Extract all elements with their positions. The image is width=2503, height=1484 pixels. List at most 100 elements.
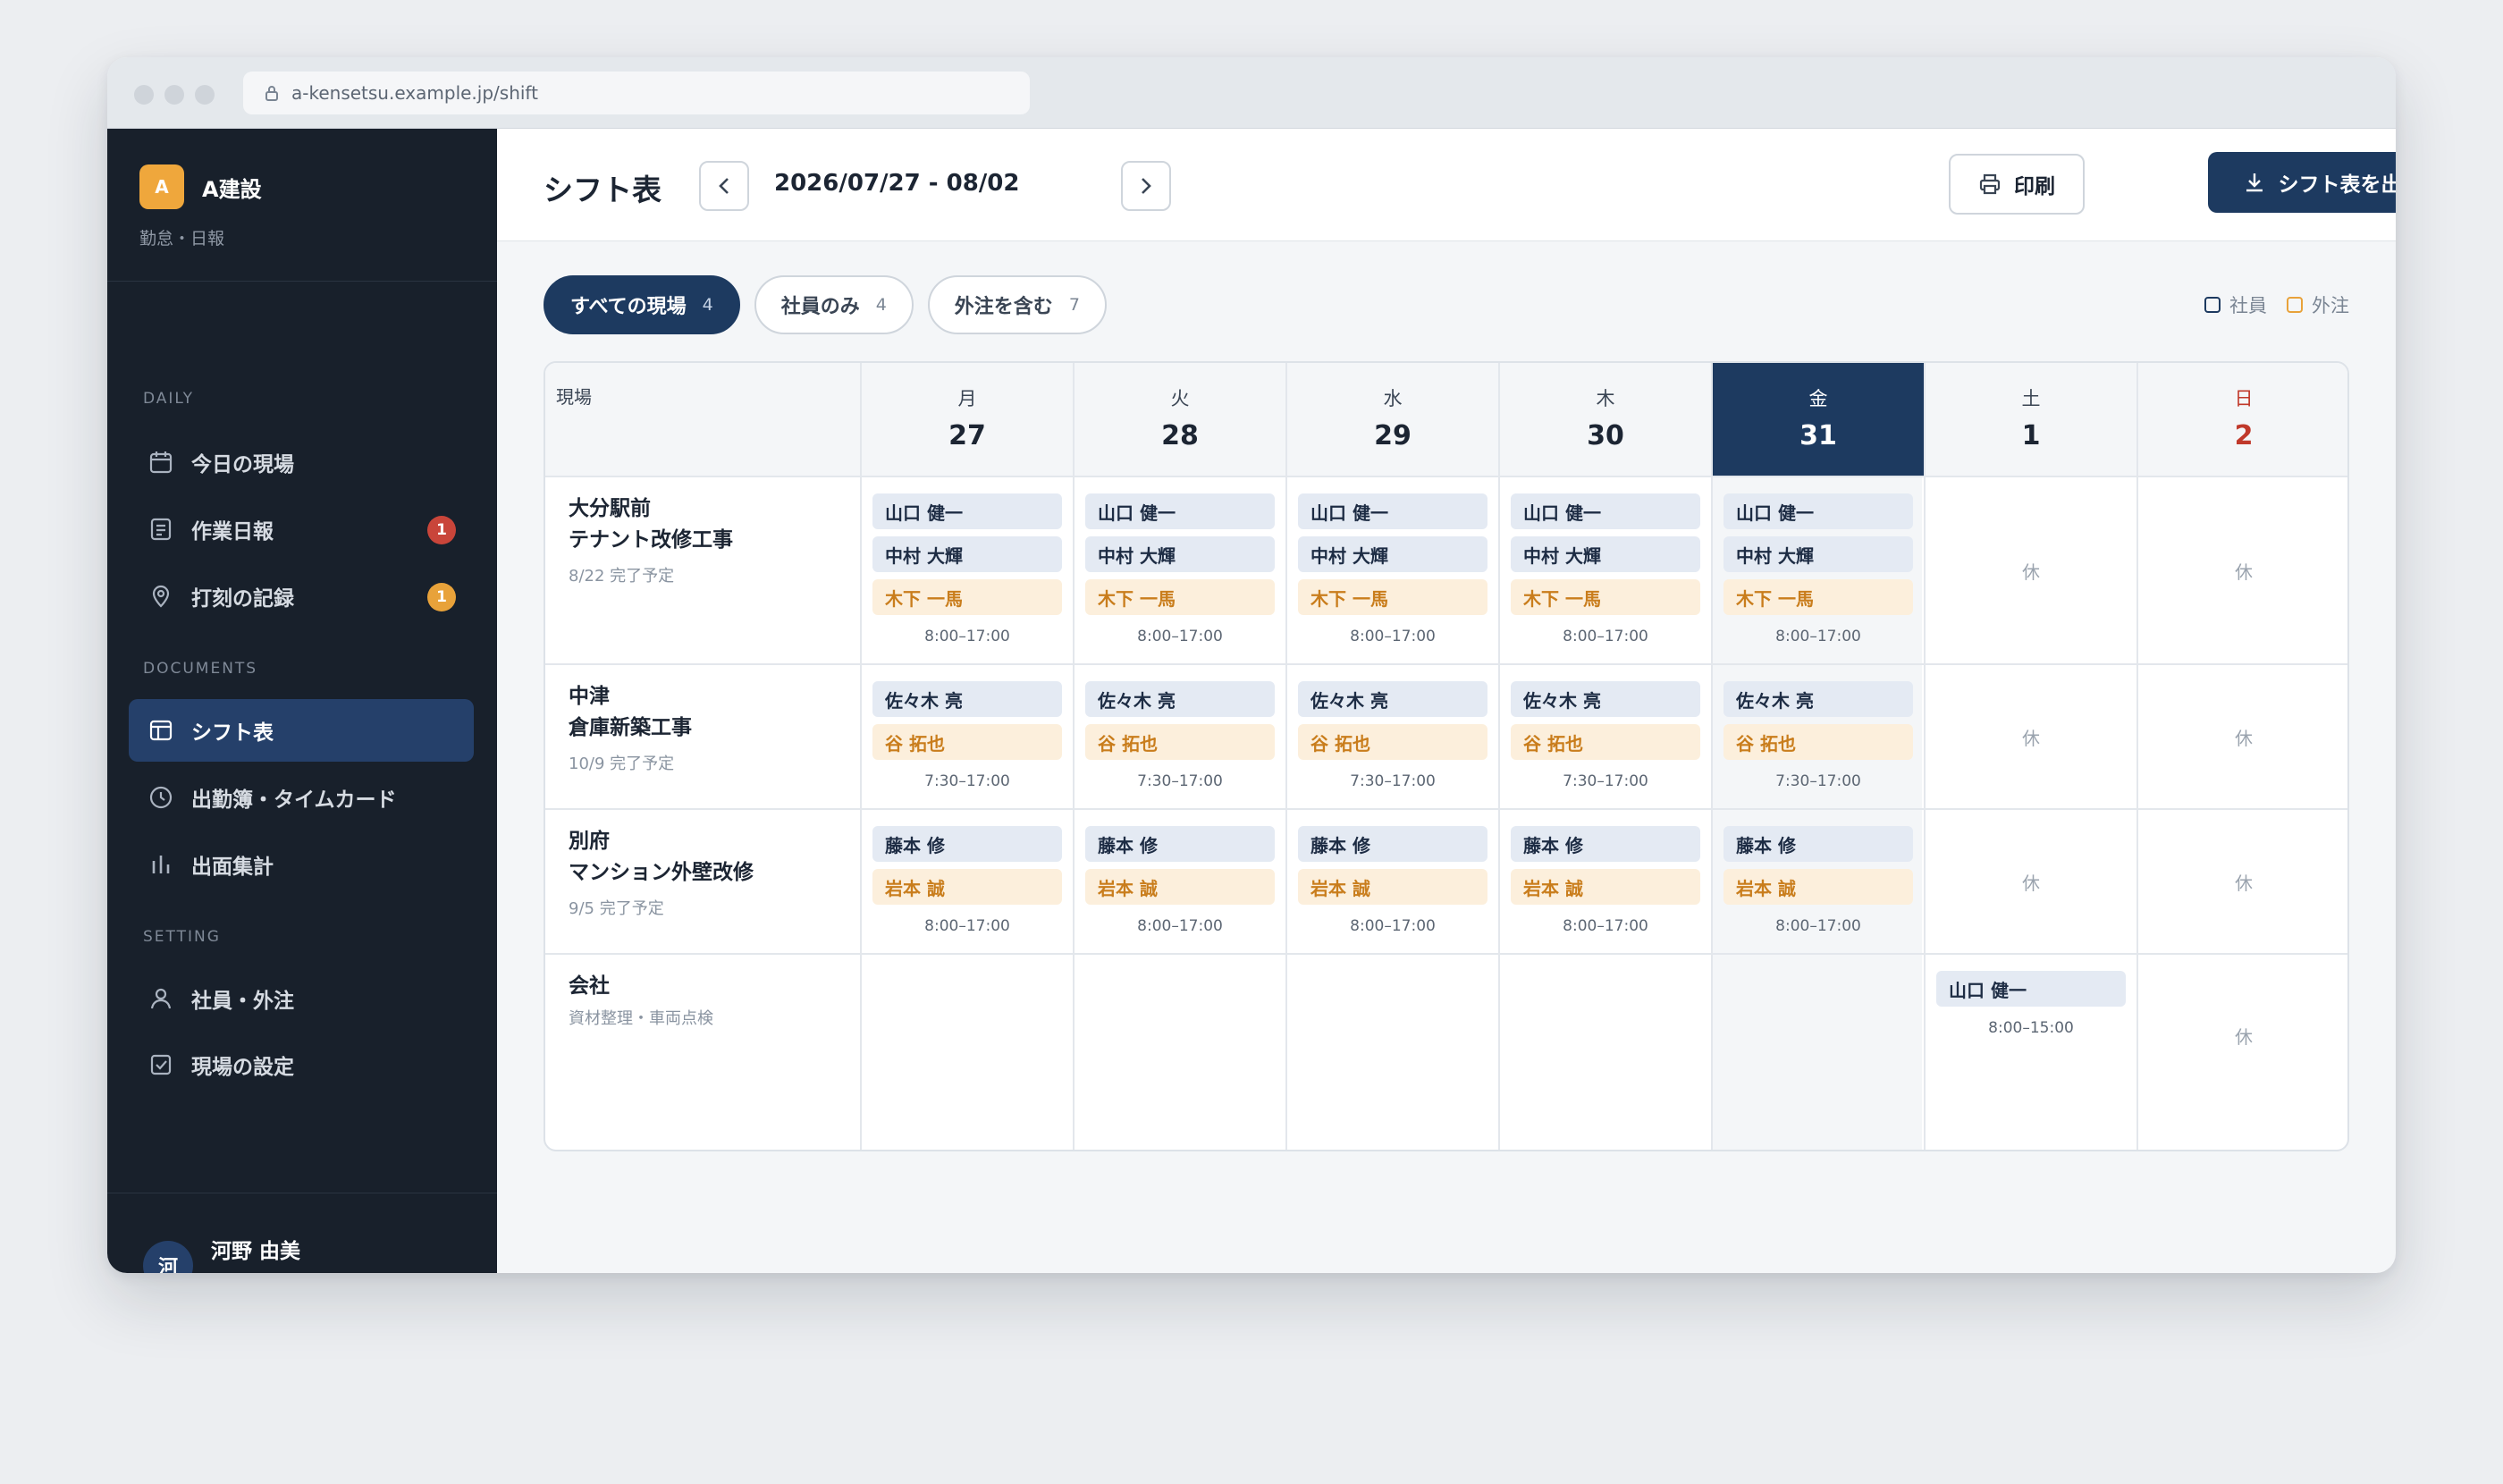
filter-label: すべての現場 xyxy=(570,296,687,318)
shift-chip-contractor[interactable]: 木下 一馬 xyxy=(1511,579,1700,615)
day-off-label: 休 xyxy=(2235,561,2253,583)
chevron-right-icon xyxy=(1142,178,1151,194)
shift-chip-contractor[interactable]: 木下 一馬 xyxy=(1723,579,1913,615)
prev-week-button[interactable] xyxy=(699,161,749,211)
address-bar[interactable]: a-kensetsu.example.jp/shift xyxy=(243,72,1030,114)
day-header-fri-today[interactable]: 金 31 xyxy=(1713,363,1924,476)
section-label-daily: DAILY xyxy=(143,390,195,408)
sidebar-divider xyxy=(107,281,497,282)
calendar-icon xyxy=(147,448,175,476)
shift-chip-employee[interactable]: 佐々木 亮 xyxy=(1723,681,1913,717)
shift-chip-contractor[interactable]: 谷 拓也 xyxy=(1085,724,1275,760)
shift-chip-contractor[interactable]: 岩本 誠 xyxy=(872,869,1062,905)
filter-all-sites[interactable]: すべての現場 4 xyxy=(544,275,740,334)
legend-employee: 社員 xyxy=(2204,291,2267,318)
shift-chip-contractor[interactable]: 岩本 誠 xyxy=(1298,869,1487,905)
sidebar-item-staff[interactable]: 社員・外注 xyxy=(129,967,474,1030)
sidebar-item-label: 作業日報 xyxy=(191,520,274,544)
day-number: 1 xyxy=(2021,420,2041,451)
page-header: シフト表 2026/07/27 - 08/02 印刷 シフト表を出力 xyxy=(497,129,2396,241)
sidebar-item-today-site[interactable]: 今日の現場 xyxy=(129,431,474,493)
filter-employees-only[interactable]: 社員のみ 4 xyxy=(754,275,914,334)
day-header-sat[interactable]: 土1 xyxy=(1926,363,2136,476)
weekday: 日 xyxy=(2234,388,2254,409)
day-header-tue[interactable]: 火 28 xyxy=(1075,363,1285,476)
day-header-thu[interactable]: 木 30 xyxy=(1500,363,1711,476)
shift-chip-employee[interactable]: 藤本 修 xyxy=(872,826,1062,862)
shift-chip-employee[interactable]: 佐々木 亮 xyxy=(1298,681,1487,717)
shift-table: 現場 月 27 火 28 水 29 木 30 金 31 土1 日2 大分駅前 テナント改修… xyxy=(544,361,2349,1151)
shift-chip-contractor[interactable]: 木下 一馬 xyxy=(872,579,1062,615)
sidebar-item-daily-report[interactable]: 作業日報 1 xyxy=(129,498,474,561)
shift-chip-employee[interactable]: 佐々木 亮 xyxy=(1085,681,1275,717)
sidebar-item-site-settings[interactable]: 現場の設定 xyxy=(129,1033,474,1096)
window-zoom-dot[interactable] xyxy=(195,85,215,105)
shift-chip-contractor[interactable]: 谷 拓也 xyxy=(1723,724,1913,760)
shift-chip-employee[interactable]: 中村 大輝 xyxy=(1723,536,1913,572)
sidebar-item-label: 現場の設定 xyxy=(191,1056,294,1079)
day-off-label: 休 xyxy=(2022,561,2040,583)
shift-time: 7:30–17:00 xyxy=(1350,772,1436,790)
shift-chip-contractor[interactable]: 岩本 誠 xyxy=(1511,869,1700,905)
shift-chip-employee[interactable]: 山口 健一 xyxy=(1723,493,1913,529)
shift-chip-employee[interactable]: 佐々木 亮 xyxy=(872,681,1062,717)
shift-chip-employee[interactable]: 佐々木 亮 xyxy=(1511,681,1700,717)
shift-chip-contractor[interactable]: 岩本 誠 xyxy=(1723,869,1913,905)
sidebar-item-clock-records[interactable]: 打刻の記録 1 xyxy=(129,565,474,628)
site-row-office[interactable]: 会社 資材整理・車両点検 xyxy=(569,971,713,1029)
shift-chip-employee[interactable]: 山口 健一 xyxy=(872,493,1062,529)
sidebar-item-label: 今日の現場 xyxy=(191,453,294,476)
shift-chip-contractor[interactable]: 木下 一馬 xyxy=(1085,579,1275,615)
shift-chip-employee[interactable]: 藤本 修 xyxy=(1723,826,1913,862)
shift-chip-contractor[interactable]: 岩本 誠 xyxy=(1085,869,1275,905)
day-header-mon[interactable]: 月 27 xyxy=(862,363,1073,476)
site-row-nakatsu[interactable]: 中津 倉庫新築工事 10/9 完了予定 xyxy=(569,681,692,774)
shift-chip-contractor[interactable]: 谷 拓也 xyxy=(1511,724,1700,760)
filter-count: 4 xyxy=(875,295,887,315)
brand[interactable]: A A建設 xyxy=(139,164,262,209)
site-note: 資材整理・車両点検 xyxy=(569,1009,713,1028)
sidebar-item-label: シフト表 xyxy=(191,721,274,745)
day-header-wed[interactable]: 水 29 xyxy=(1287,363,1498,476)
site-name: 大分駅前 xyxy=(569,497,651,520)
notification-badge: 1 xyxy=(427,583,456,611)
shift-chip-employee[interactable]: 山口 健一 xyxy=(1085,493,1275,529)
next-week-button[interactable] xyxy=(1121,161,1171,211)
window-minimize-dot[interactable] xyxy=(164,85,184,105)
company-name: A建設 xyxy=(202,176,262,202)
day-number: 29 xyxy=(1374,420,1412,451)
user-name: 河野 由美 xyxy=(211,1240,301,1263)
shift-chip-employee[interactable]: 山口 健一 xyxy=(1511,493,1700,529)
sidebar-item-shift-table[interactable]: シフト表 xyxy=(129,699,474,762)
weekday: 土 xyxy=(2021,388,2041,409)
legend-swatch-contractor xyxy=(2287,297,2303,313)
shift-chip-employee[interactable]: 山口 健一 xyxy=(1298,493,1487,529)
site-row-beppu[interactable]: 別府 マンション外壁改修 9/5 完了予定 xyxy=(569,826,754,919)
export-shift-button[interactable]: シフト表を出力 xyxy=(2208,152,2396,213)
day-header-sun[interactable]: 日2 xyxy=(2138,363,2347,476)
day-number: 31 xyxy=(1799,420,1837,451)
site-row-oita[interactable]: 大分駅前 テナント改修工事 8/22 完了予定 xyxy=(569,493,733,586)
shift-chip-contractor[interactable]: 谷 拓也 xyxy=(872,724,1062,760)
shift-chip-employee[interactable]: 藤本 修 xyxy=(1511,826,1700,862)
shift-chip-employee[interactable]: 山口 健一 xyxy=(1936,971,2126,1007)
window-close-dot[interactable] xyxy=(134,85,154,105)
shift-chip-employee[interactable]: 中村 大輝 xyxy=(1511,536,1700,572)
brand-subtitle: 勤怠・日報 xyxy=(139,229,225,249)
print-button[interactable]: 印刷 xyxy=(1949,154,2085,215)
site-completion: 10/9 完了予定 xyxy=(569,755,675,773)
user-profile[interactable]: 河 河野 由美 事務 xyxy=(143,1234,300,1273)
shift-chip-employee[interactable]: 中村 大輝 xyxy=(1085,536,1275,572)
shift-chip-employee[interactable]: 中村 大輝 xyxy=(872,536,1062,572)
filter-include-contractors[interactable]: 外注を含む 7 xyxy=(927,275,1107,334)
sidebar-item-attendance-summary[interactable]: 出面集計 xyxy=(129,833,474,896)
shift-chip-contractor[interactable]: 谷 拓也 xyxy=(1298,724,1487,760)
shift-chip-employee[interactable]: 藤本 修 xyxy=(1085,826,1275,862)
shift-chip-contractor[interactable]: 木下 一馬 xyxy=(1298,579,1487,615)
day-off-label: 休 xyxy=(2235,873,2253,894)
clock-icon xyxy=(147,783,175,812)
sidebar-item-label: 出面集計 xyxy=(191,856,274,879)
shift-chip-employee[interactable]: 中村 大輝 xyxy=(1298,536,1487,572)
shift-chip-employee[interactable]: 藤本 修 xyxy=(1298,826,1487,862)
sidebar-item-timecard[interactable]: 出勤簿・タイムカード xyxy=(129,766,474,829)
